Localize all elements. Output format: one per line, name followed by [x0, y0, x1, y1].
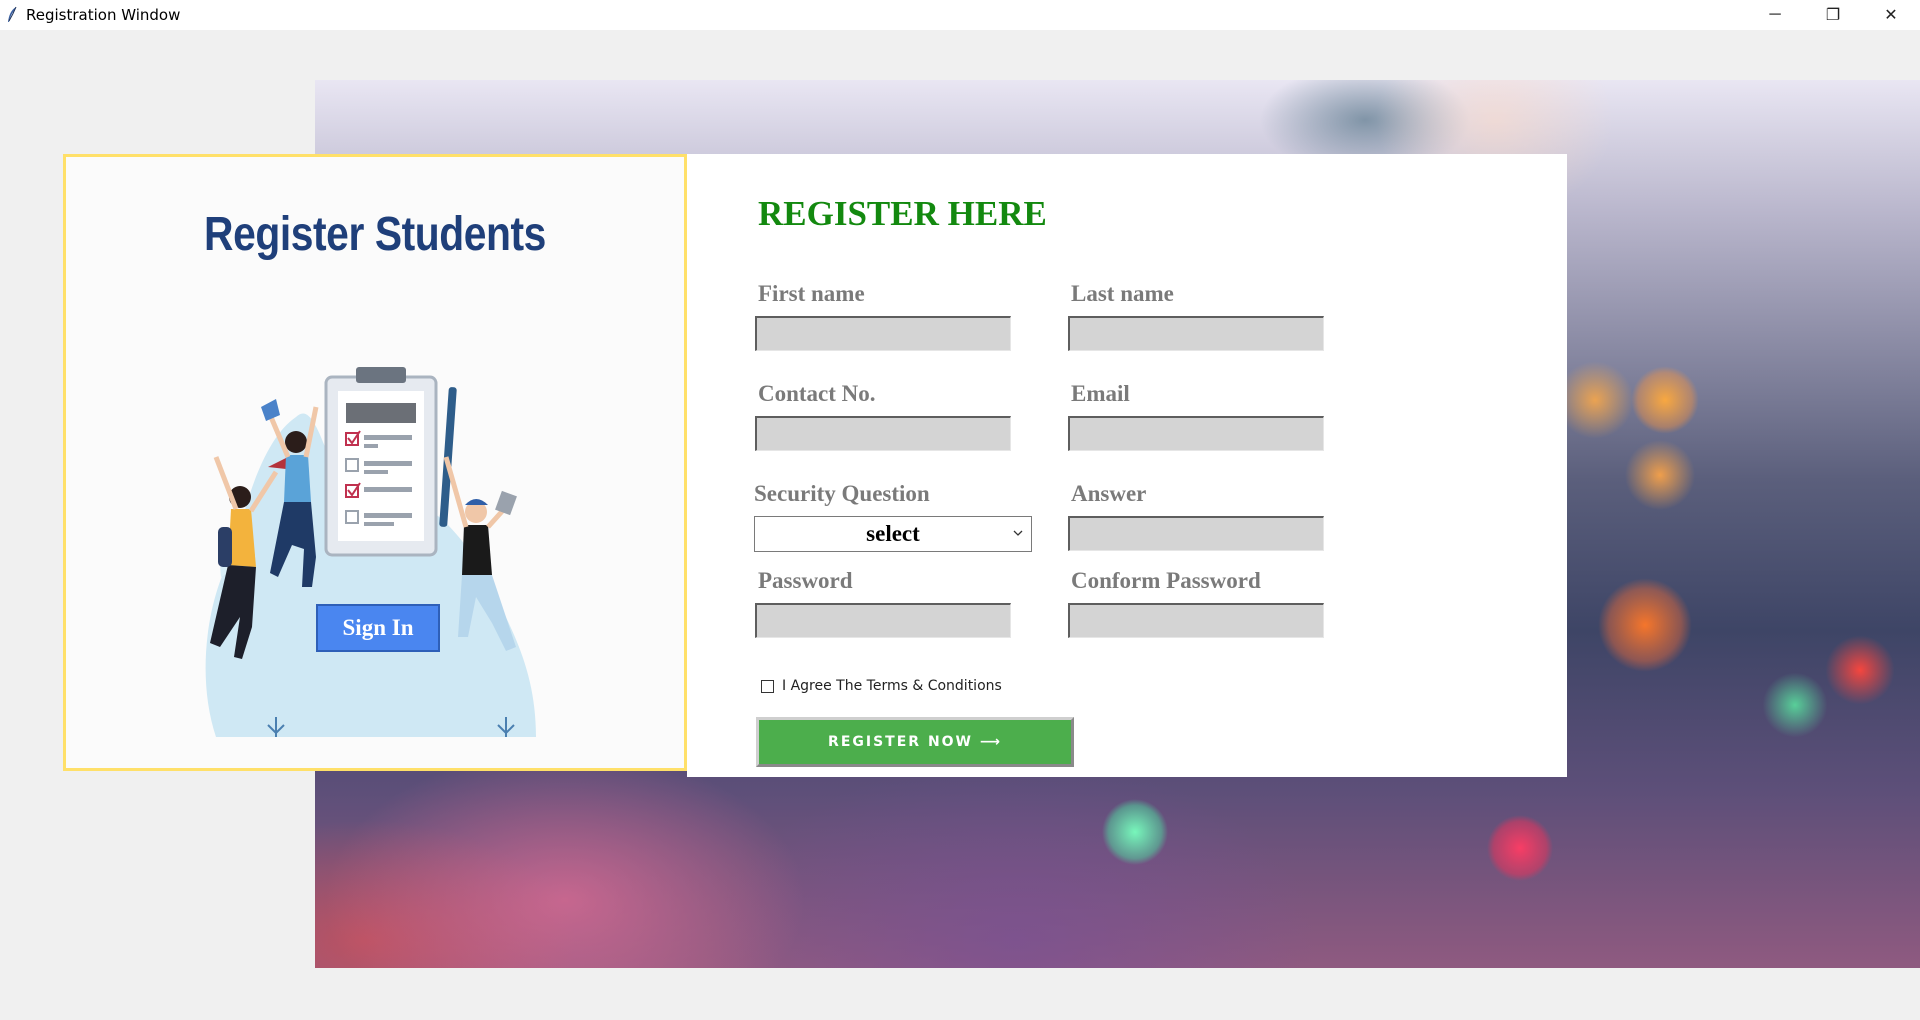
last-name-input[interactable] [1068, 316, 1324, 351]
confirm-password-label: Conform Password [1071, 568, 1261, 593]
minimize-icon: ─ [1769, 6, 1781, 23]
register-now-button[interactable]: REGISTER NOW ⟶ [756, 717, 1074, 767]
left-card: Register Students Sign In [63, 154, 687, 771]
security-question-select[interactable]: select [754, 516, 1032, 552]
minimize-button[interactable]: ─ [1746, 0, 1804, 30]
terms-row: I Agree The Terms & Conditions [761, 678, 1002, 694]
terms-label: I Agree The Terms & Conditions [782, 678, 1002, 694]
window-controls: ─ ❐ ✕ [1746, 0, 1920, 30]
close-icon: ✕ [1884, 7, 1898, 24]
answer-label: Answer [1071, 481, 1147, 506]
chevron-down-icon [1013, 530, 1023, 536]
select-value: select [866, 521, 920, 546]
email-label: Email [1071, 381, 1130, 406]
security-question-label: Security Question [754, 481, 930, 506]
title-bar: Registration Window ─ ❐ ✕ [0, 0, 1920, 30]
first-name-label: First name [758, 281, 865, 306]
first-name-input[interactable] [755, 316, 1011, 351]
window-title: Registration Window [26, 6, 181, 24]
restore-button[interactable]: ❐ [1804, 0, 1862, 30]
restore-icon: ❐ [1825, 7, 1841, 24]
terms-checkbox[interactable] [761, 679, 774, 693]
contact-input[interactable] [755, 416, 1011, 451]
answer-input[interactable] [1068, 516, 1324, 551]
password-input[interactable] [755, 603, 1011, 638]
confirm-password-input[interactable] [1068, 603, 1324, 638]
feather-icon [8, 6, 17, 22]
register-now-label: REGISTER NOW ⟶ [828, 734, 1002, 750]
close-button[interactable]: ✕ [1862, 0, 1920, 30]
register-students-title: Register Students [204, 208, 546, 261]
last-name-label: Last name [1071, 281, 1174, 306]
contact-label: Contact No. [758, 381, 876, 406]
sign-in-button[interactable]: Sign In [316, 604, 440, 652]
email-input[interactable] [1068, 416, 1324, 451]
students-illustration [205, 367, 536, 737]
password-label: Password [758, 568, 853, 593]
form-heading: REGISTER HERE [758, 194, 1047, 233]
registration-form: REGISTER HERE First name Last name Conta… [687, 154, 1567, 777]
